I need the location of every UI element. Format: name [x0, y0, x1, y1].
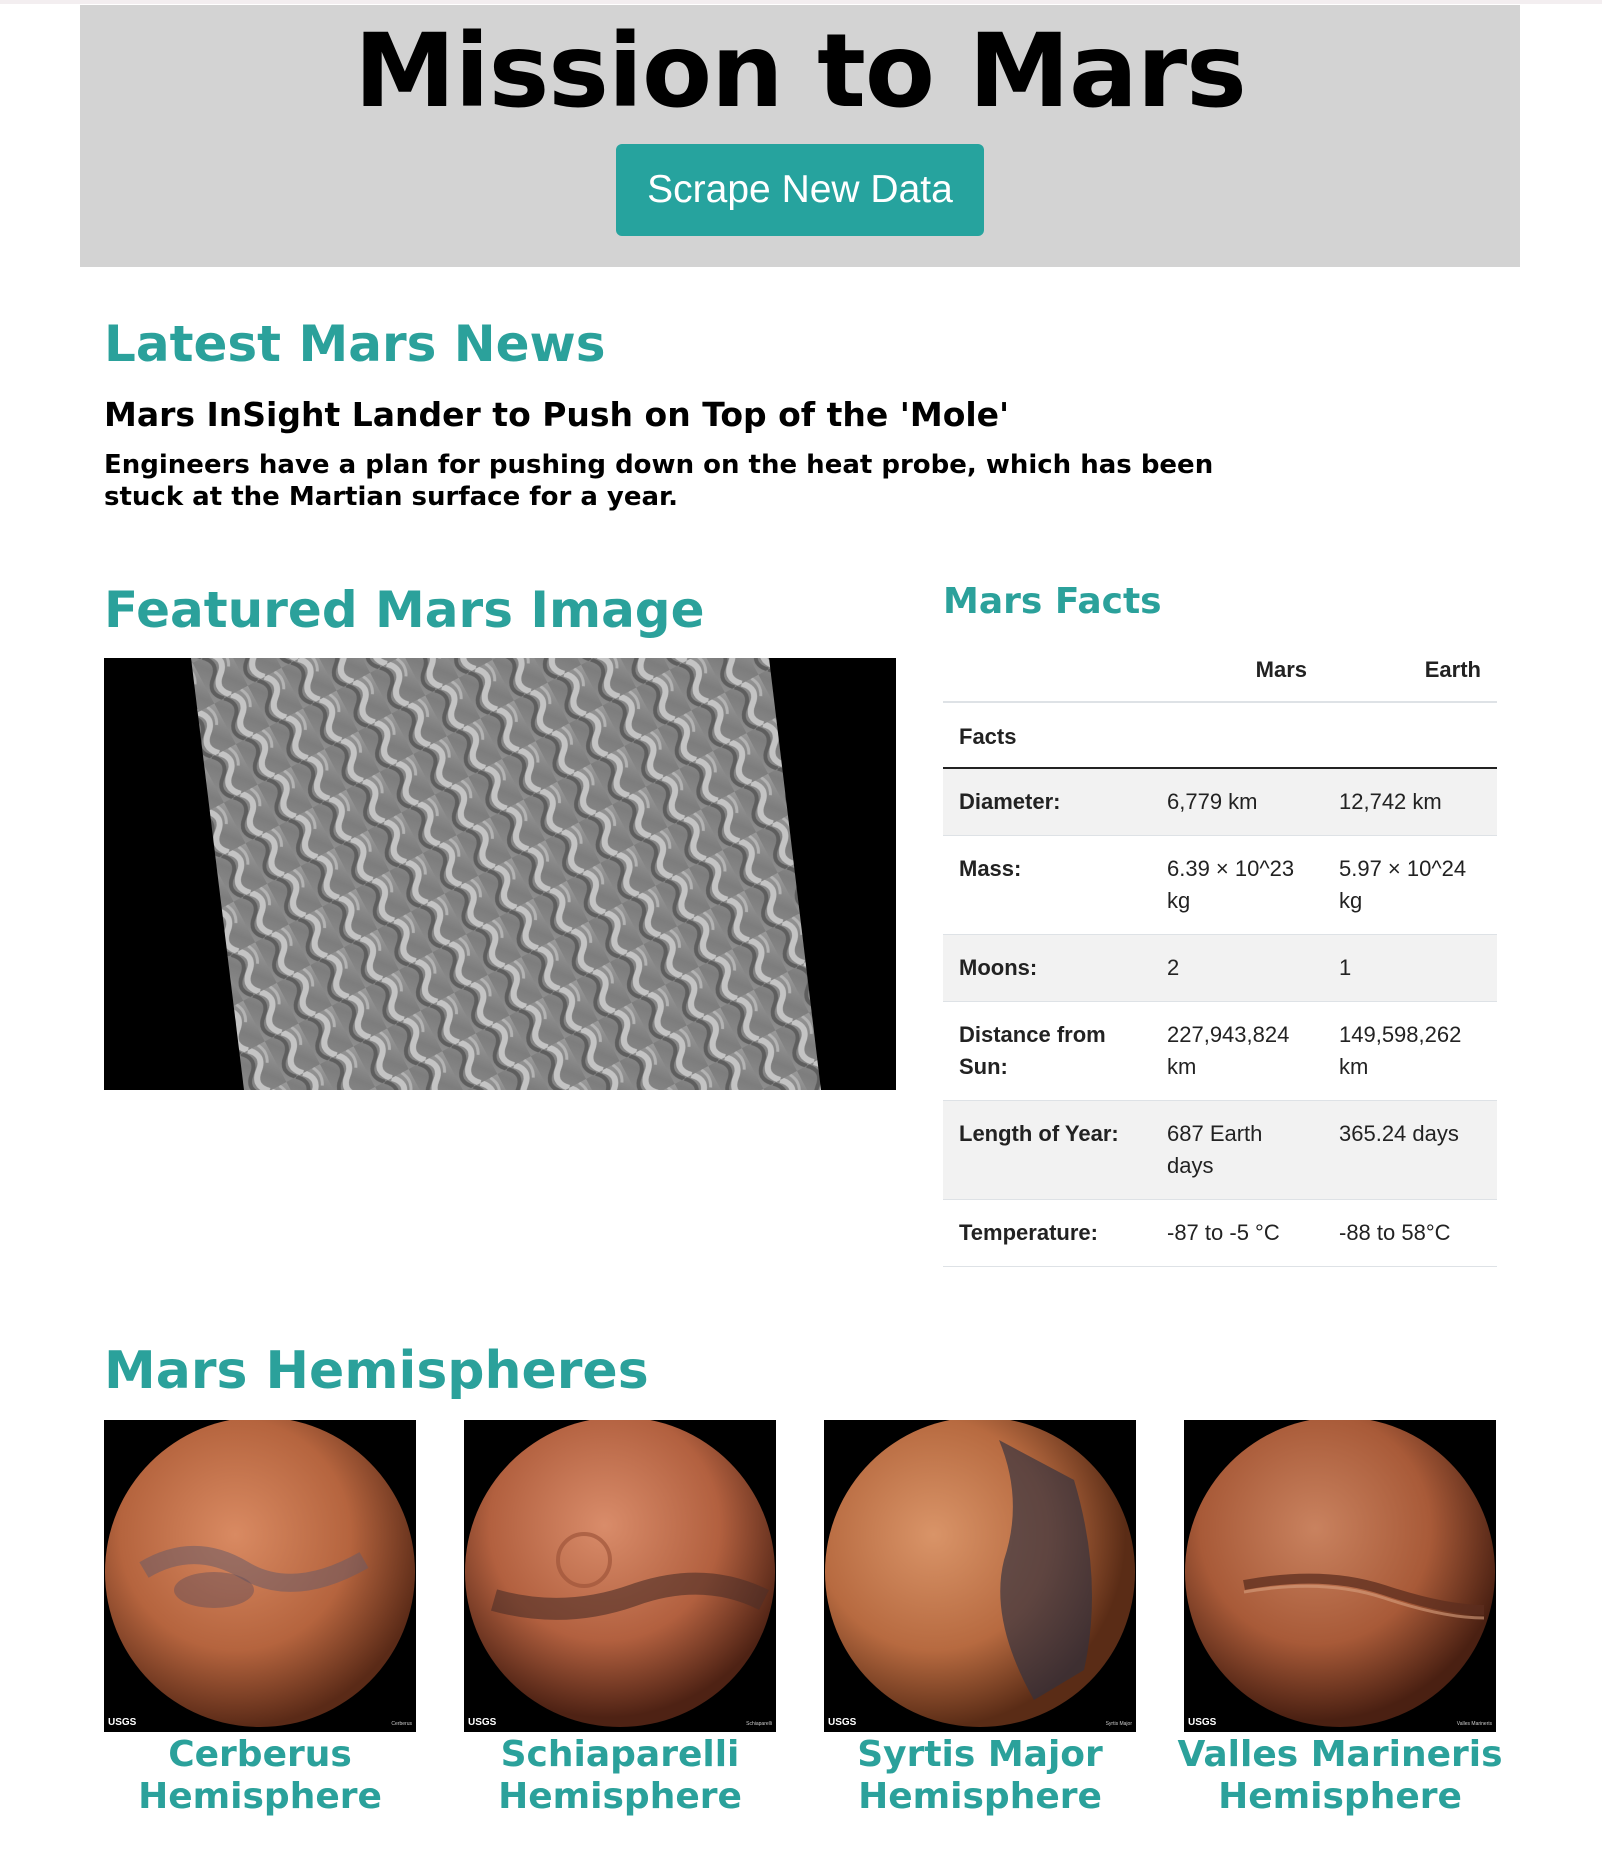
- table-row: Distance from Sun: 227,943,824 km 149,59…: [943, 1001, 1497, 1101]
- mars-facts-title: Mars Facts: [943, 581, 1162, 622]
- table-row: Mass: 6.39 × 10^23 kg 5.97 × 10^24 kg: [943, 835, 1497, 935]
- index-header: Facts: [943, 702, 1151, 769]
- hemispheres-title: Mars Hemispheres: [104, 1341, 649, 1401]
- image-caption: Schiaparelli: [746, 1721, 772, 1727]
- planet-graphic: [1184, 1417, 1496, 1732]
- table-row: Temperature: -87 to -5 °C -88 to 58°C: [943, 1199, 1497, 1267]
- hemisphere-image-syrtis-major[interactable]: USGS Syrtis Major: [824, 1417, 1136, 1732]
- planet-graphic: [824, 1417, 1136, 1732]
- fact-earth-value: 149,598,262 km: [1323, 1001, 1497, 1101]
- featured-mars-image[interactable]: [104, 658, 896, 1090]
- hemisphere-image-schiaparelli[interactable]: USGS Schiaparelli: [464, 1417, 776, 1732]
- fact-earth-value: 12,742 km: [1323, 768, 1497, 836]
- fact-earth-value: 365.24 days: [1323, 1100, 1497, 1200]
- fact-mars-value: -87 to -5 °C: [1151, 1199, 1323, 1267]
- hemisphere-image-cerberus[interactable]: USGS Cerberus: [104, 1417, 416, 1732]
- usgs-logo: USGS: [468, 1717, 497, 1728]
- fact-earth-value: 1: [1323, 934, 1497, 1002]
- fact-label: Diameter:: [943, 768, 1151, 836]
- usgs-logo: USGS: [108, 1717, 137, 1728]
- hemisphere-image-valles-marineris[interactable]: USGS Valles Marineris: [1184, 1417, 1496, 1732]
- fact-label: Temperature:: [943, 1199, 1151, 1267]
- fact-label: Mass:: [943, 835, 1151, 935]
- facts-header-blank: [943, 636, 1151, 703]
- hemisphere-link-valles-marineris[interactable]: Valles Marineris Hemisphere: [1164, 1734, 1516, 1818]
- fact-mars-value: 2: [1151, 934, 1323, 1002]
- page-title: Mission to Mars: [354, 12, 1247, 131]
- index-header-blank-1: [1151, 702, 1323, 769]
- hemisphere-link-schiaparelli[interactable]: Schiaparelli Hemisphere: [444, 1734, 796, 1818]
- fact-earth-value: 5.97 × 10^24 kg: [1323, 835, 1497, 935]
- top-border: [0, 0, 1602, 4]
- fact-label: Moons:: [943, 934, 1151, 1002]
- fact-earth-value: -88 to 58°C: [1323, 1199, 1497, 1267]
- planet-graphic: [464, 1417, 776, 1732]
- table-row: Length of Year: 687 Earth days 365.24 da…: [943, 1100, 1497, 1200]
- column-header-earth: Earth: [1323, 636, 1497, 703]
- featured-image-title: Featured Mars Image: [104, 581, 705, 639]
- usgs-logo: USGS: [828, 1717, 857, 1728]
- column-header-mars: Mars: [1151, 636, 1323, 703]
- fact-mars-value: 6,779 km: [1151, 768, 1323, 836]
- index-header-blank-2: [1323, 702, 1497, 769]
- hemisphere-link-syrtis-major[interactable]: Syrtis Major Hemisphere: [804, 1734, 1156, 1818]
- image-caption: Syrtis Major: [1105, 1721, 1132, 1727]
- scrape-new-data-button[interactable]: Scrape New Data: [616, 144, 984, 236]
- usgs-logo: USGS: [1188, 1717, 1217, 1728]
- fact-label: Distance from Sun:: [943, 1001, 1151, 1101]
- image-caption: Valles Marineris: [1456, 1721, 1492, 1727]
- fact-mars-value: 227,943,824 km: [1151, 1001, 1323, 1101]
- news-teaser: Engineers have a plan for pushing down o…: [104, 450, 1214, 512]
- mars-facts-table: Mars Earth Facts Diameter: 6,779 km 12,7…: [943, 636, 1497, 1267]
- featured-image-graphic: [104, 658, 896, 1090]
- news-section-title: Latest Mars News: [104, 315, 606, 373]
- table-row: Diameter: 6,779 km 12,742 km: [943, 768, 1497, 836]
- fact-mars-value: 687 Earth days: [1151, 1100, 1323, 1200]
- table-row: Moons: 2 1: [943, 934, 1497, 1002]
- news-title: Mars InSight Lander to Push on Top of th…: [104, 395, 1010, 434]
- jumbotron-header: Mission to Mars Scrape New Data: [80, 5, 1520, 267]
- planet-graphic: [104, 1417, 416, 1732]
- hemisphere-link-cerberus[interactable]: Cerberus Hemisphere: [84, 1734, 436, 1818]
- fact-mars-value: 6.39 × 10^23 kg: [1151, 835, 1323, 935]
- fact-label: Length of Year:: [943, 1100, 1151, 1200]
- image-caption: Cerberus: [391, 1721, 412, 1727]
